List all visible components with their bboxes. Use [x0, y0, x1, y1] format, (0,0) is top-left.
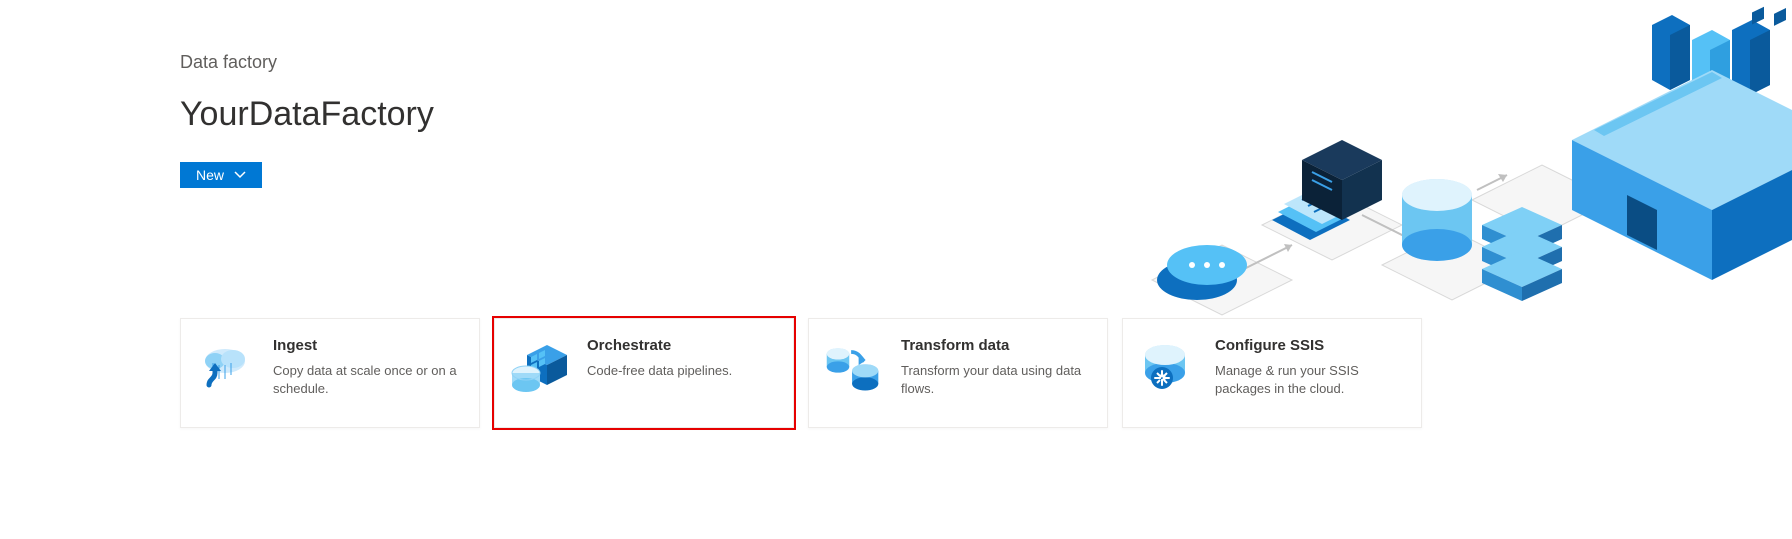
card-ssis[interactable]: Configure SSIS Manage & run your SSIS pa…: [1122, 318, 1422, 428]
new-button-label: New: [196, 167, 224, 183]
card-title: Orchestrate: [587, 337, 732, 354]
cards-row: Ingest Copy data at scale once or on a s…: [180, 318, 1422, 428]
header-area: Data factory YourDataFactory New: [0, 0, 1792, 188]
cloud-upload-icon: [195, 337, 255, 397]
card-transform[interactable]: Transform data Transform your data using…: [808, 318, 1108, 428]
card-title: Configure SSIS: [1215, 337, 1403, 354]
ssis-icon: [1137, 337, 1197, 397]
card-title: Ingest: [273, 337, 461, 354]
breadcrumb: Data factory: [180, 52, 1792, 73]
page-title: YourDataFactory: [180, 95, 1792, 134]
pipeline-icon: [509, 337, 569, 397]
card-desc: Copy data at scale once or on a schedule…: [273, 362, 461, 397]
data-flow-icon: [823, 337, 883, 397]
card-title: Transform data: [901, 337, 1089, 354]
card-ingest[interactable]: Ingest Copy data at scale once or on a s…: [180, 318, 480, 428]
card-desc: Manage & run your SSIS packages in the c…: [1215, 362, 1403, 397]
card-desc: Code-free data pipelines.: [587, 362, 732, 380]
chevron-down-icon: [234, 171, 246, 179]
card-orchestrate[interactable]: Orchestrate Code-free data pipelines.: [494, 318, 794, 428]
new-button[interactable]: New: [180, 162, 262, 188]
card-desc: Transform your data using data flows.: [901, 362, 1089, 397]
